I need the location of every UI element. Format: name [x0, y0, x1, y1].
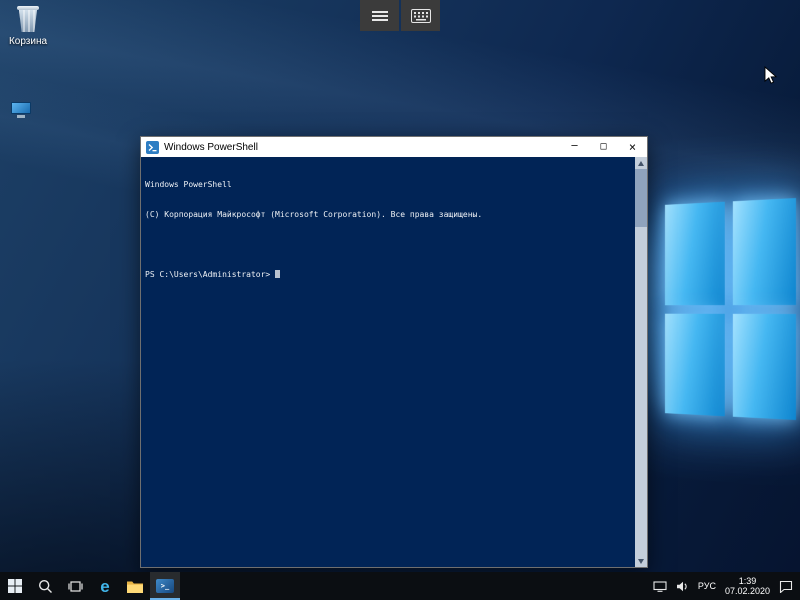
clock-time: 1:39	[725, 576, 770, 586]
task-view-button[interactable]	[60, 572, 90, 600]
console-output[interactable]: Windows PowerShell (C) Корпорация Майкро…	[141, 157, 647, 567]
language-indicator[interactable]: РУС	[698, 581, 716, 591]
keyboard-button[interactable]	[401, 0, 440, 31]
console-prompt: PS C:\Users\Administrator>	[145, 270, 270, 279]
volume-icon[interactable]	[676, 581, 689, 592]
powershell-icon: >_	[156, 579, 174, 593]
action-center-icon[interactable]	[779, 580, 793, 593]
powershell-title-icon	[146, 141, 159, 154]
windows-logo-pane	[665, 202, 724, 305]
mouse-cursor	[764, 66, 778, 86]
screen: Корзина	[0, 0, 800, 600]
recycle-bin-icon	[16, 6, 40, 33]
file-explorer-button[interactable]	[120, 572, 150, 600]
folder-icon	[127, 580, 143, 593]
monitor-icon	[11, 102, 31, 119]
windows-logo-pane	[665, 313, 724, 416]
console-line: Windows PowerShell	[145, 180, 631, 190]
scrollbar-thumb[interactable]	[635, 169, 647, 227]
search-icon	[38, 579, 53, 594]
vm-console-toolbar	[360, 0, 440, 31]
task-view-icon	[68, 580, 83, 593]
windows-logo-pane	[732, 198, 796, 305]
taskbar-clock[interactable]: 1:39 07.02.2020	[725, 576, 770, 596]
search-button[interactable]	[30, 572, 60, 600]
console-line: (C) Корпорация Майкрософт (Microsoft Cor…	[145, 210, 631, 220]
desktop-shortcut[interactable]	[8, 102, 34, 119]
hamburger-icon	[372, 9, 388, 23]
window-controls: ─ □ ×	[560, 137, 647, 157]
console-blank-line	[145, 240, 631, 250]
windows-start-icon	[8, 579, 22, 593]
console-scrollbar[interactable]	[635, 157, 647, 567]
menu-button[interactable]	[360, 0, 399, 31]
network-icon[interactable]	[653, 581, 667, 592]
start-button[interactable]	[0, 572, 30, 600]
windows-logo-pane	[732, 313, 796, 420]
scroll-up-arrow[interactable]	[635, 157, 647, 169]
windows-logo	[665, 198, 796, 420]
clock-date: 07.02.2020	[725, 586, 770, 596]
desktop-icon-recycle-bin[interactable]: Корзина	[2, 6, 54, 47]
console-prompt-line: PS C:\Users\Administrator>	[145, 270, 631, 280]
window-titlebar[interactable]: Windows PowerShell ─ □ ×	[141, 137, 647, 157]
close-button[interactable]: ×	[618, 137, 647, 157]
scroll-down-arrow[interactable]	[635, 555, 647, 567]
window-title: Windows PowerShell	[164, 142, 560, 153]
edge-icon: e	[100, 578, 109, 595]
powershell-taskbar-button[interactable]: >_	[150, 572, 180, 600]
minimize-button[interactable]: ─	[560, 137, 589, 157]
text-cursor	[275, 270, 280, 278]
powershell-window: Windows PowerShell ─ □ × Windows PowerSh…	[140, 136, 648, 568]
system-tray: РУС 1:39 07.02.2020	[653, 572, 800, 600]
maximize-button[interactable]: □	[589, 137, 618, 157]
desktop[interactable]: Корзина	[0, 0, 800, 572]
keyboard-icon	[411, 9, 431, 23]
recycle-bin-label: Корзина	[9, 36, 47, 47]
edge-button[interactable]: e	[90, 572, 120, 600]
taskbar: e >_ РУС 1:39 07.02.2020	[0, 572, 800, 600]
